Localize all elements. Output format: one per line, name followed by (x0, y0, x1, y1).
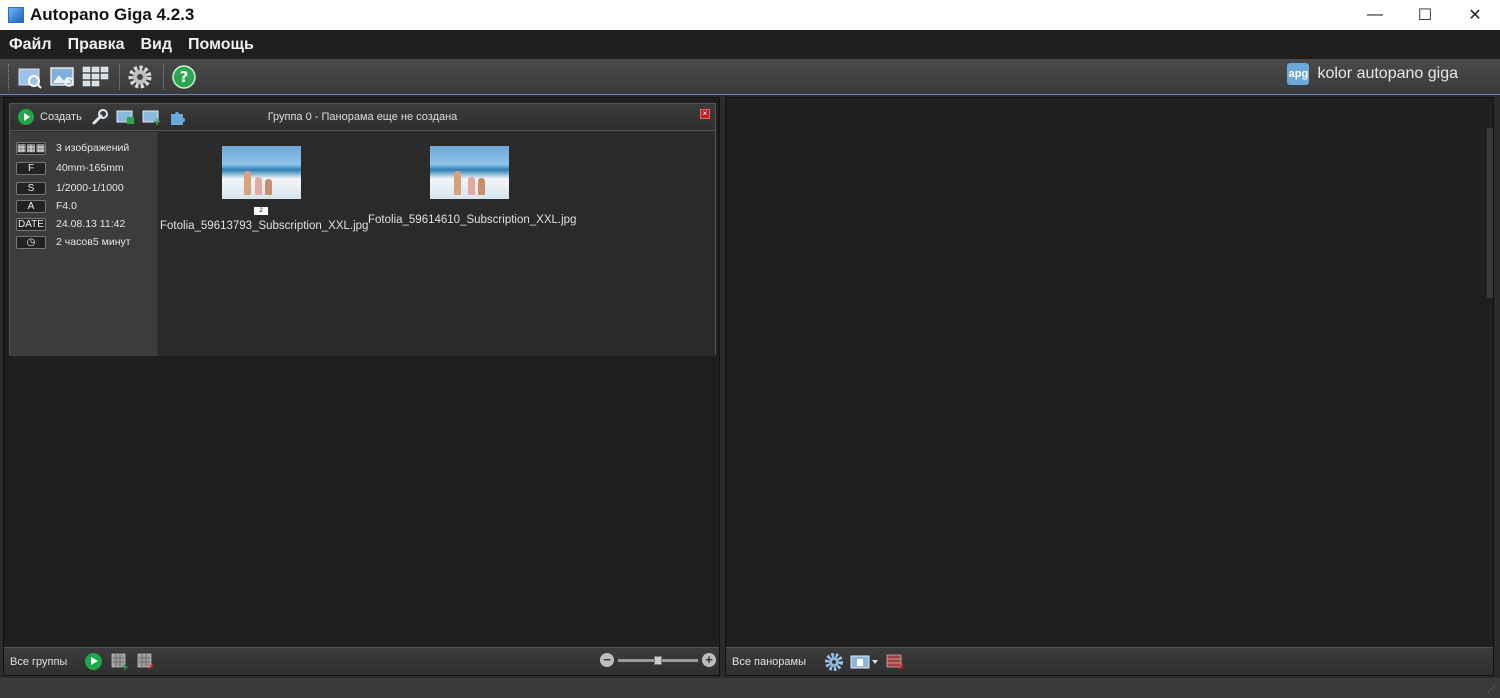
group-info-panel: ▦▦▦ 3 изображений F 40mm-165mm S 1/2000-… (10, 132, 157, 356)
image-filename: Fotolia_59614610_Subscription_XXL.jpg (368, 214, 577, 226)
menu-edit[interactable]: Правка (68, 36, 125, 54)
import-images-icon[interactable] (48, 62, 78, 92)
window-title: Autopano Giga 4.2.3 (30, 5, 195, 24)
open-folder-icon[interactable] (15, 62, 45, 92)
remove-panorama-icon[interactable]: ✕ (886, 653, 906, 671)
all-groups-label: Все группы (10, 655, 68, 668)
brand-badge: apg (1287, 63, 1310, 85)
settings-gear-icon[interactable] (824, 652, 844, 671)
focal-tag: F (16, 161, 46, 175)
info-row-focal: F 40mm-165mm (10, 159, 157, 177)
panoramas-pane: Все панорамы ✕ (725, 97, 1494, 676)
info-value: 1/2000-1/1000 (56, 182, 124, 194)
zoom-slider[interactable] (618, 655, 698, 665)
zoom-in-button[interactable]: + (702, 653, 716, 667)
puzzle-icon[interactable] (168, 108, 188, 126)
info-value: 3 изображений (56, 142, 130, 154)
toolbar-separator (163, 63, 164, 90)
create-button[interactable]: Создать (40, 111, 82, 123)
status-bar: ⋰ (0, 678, 1500, 698)
menu-help[interactable]: Помощь (188, 36, 254, 54)
help-icon[interactable]: ? (169, 62, 199, 92)
svg-text:+: + (152, 115, 161, 126)
all-panoramas-label: Все панорамы (732, 655, 806, 668)
add-image-icon[interactable]: + (142, 108, 162, 126)
info-row-aperture: A F4.0 (10, 197, 157, 215)
info-value: 40mm-165mm (56, 162, 124, 174)
app-icon (8, 7, 24, 23)
add-group-icon[interactable]: + (110, 653, 130, 671)
svg-text:✕: ✕ (148, 663, 156, 671)
svg-text:?: ? (180, 68, 189, 86)
thumbnail-image (221, 146, 301, 199)
info-value: F4.0 (56, 200, 78, 212)
panoramas-bottom-bar: Все панорамы ✕ (726, 647, 1493, 675)
remove-group-icon[interactable]: ✕ (136, 653, 156, 671)
info-row-shutter: S 1/2000-1/1000 (10, 179, 157, 197)
close-group-icon[interactable]: × (700, 109, 710, 119)
detect-grid-icon[interactable] (81, 62, 111, 92)
menu-bar: Файл Правка Вид Помощь (0, 30, 1500, 59)
info-value: 2 часов5 минут (56, 236, 131, 248)
date-tag: DATE (16, 217, 46, 231)
toolbar-grip[interactable] (8, 63, 11, 90)
maximize-button[interactable]: ☐ (1400, 0, 1450, 30)
title-bar: Autopano Giga 4.2.3 — ☐ ✕ (0, 0, 1500, 30)
group-header: Создать + Группа 0 - Панорама еще не соз… (10, 104, 715, 131)
group-card[interactable]: Создать + Группа 0 - Панорама еще не соз… (9, 103, 716, 356)
play-icon[interactable] (18, 109, 34, 125)
clock-icon: ◷ (16, 235, 46, 249)
render-all-play-icon[interactable] (85, 653, 103, 670)
svg-text:✕: ✕ (897, 663, 905, 671)
info-row-duration: ◷ 2 часов5 минут (10, 233, 157, 251)
info-row-images: ▦▦▦ 3 изображений (10, 139, 157, 157)
image-thumbnails: 2 Fotolia_59613793_Subscription_XXL.jpg … (158, 132, 715, 356)
close-button[interactable]: ✕ (1450, 0, 1500, 30)
main-toolbar: ? apg kolor autopano giga (0, 59, 1500, 95)
export-dropdown-icon[interactable] (850, 653, 880, 671)
info-row-date: DATE 24.08.13 11:42 (10, 215, 157, 233)
groups-bottom-bar: Все группы + ✕ − + (4, 647, 719, 675)
brand-text: kolor autopano giga (1317, 65, 1458, 82)
aperture-tag: A (16, 199, 46, 213)
menu-file[interactable]: Файл (9, 36, 52, 54)
zoom-slider-handle[interactable] (654, 655, 662, 665)
zoom-out-button[interactable]: − (600, 653, 614, 667)
toolbar-separator (119, 63, 120, 90)
window-controls: — ☐ ✕ (1350, 0, 1500, 30)
image-filename: Fotolia_59613793_Subscription_XXL.jpg (160, 220, 369, 232)
image-count-badge: 2 (254, 207, 268, 215)
image-thumbnail[interactable]: 2 Fotolia_59613793_Subscription_XXL.jpg (160, 146, 369, 232)
edit-image-icon[interactable] (116, 108, 136, 126)
info-value: 24.08.13 11:42 (56, 218, 126, 230)
thumbnail-image (429, 146, 509, 199)
brand-logo: apg kolor autopano giga (1287, 63, 1458, 85)
menu-view[interactable]: Вид (140, 36, 172, 54)
wrench-icon[interactable] (90, 108, 110, 126)
settings-gear-icon[interactable] (125, 62, 155, 92)
vertical-scrollbar[interactable] (1487, 128, 1493, 298)
zoom-control: − + (600, 653, 716, 667)
image-thumbnail[interactable]: Fotolia_59614610_Subscription_XXL.jpg (368, 146, 577, 226)
svg-text:+: + (121, 662, 129, 671)
images-count-icon: ▦▦▦ (16, 141, 46, 155)
resize-grip-icon[interactable]: ⋰ (1487, 685, 1497, 695)
minimize-button[interactable]: — (1350, 0, 1400, 30)
shutter-tag: S (16, 181, 46, 195)
groups-pane: Создать + Группа 0 - Панорама еще не соз… (3, 97, 720, 676)
